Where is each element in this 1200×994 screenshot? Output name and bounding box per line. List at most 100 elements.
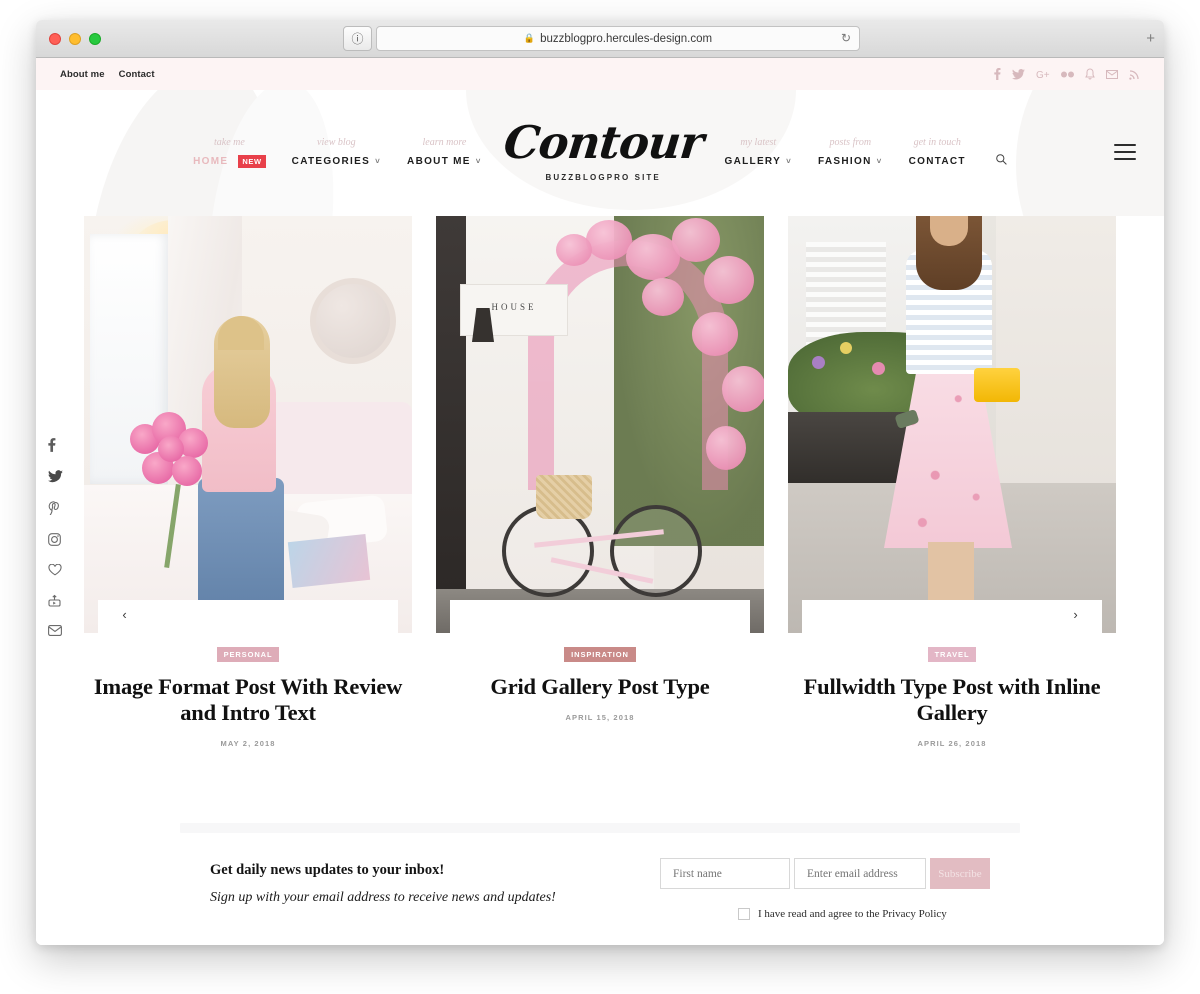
browser-window: ⓘ 🔒 buzzblogpro.hercules-design.com ↻ + … [36, 20, 1164, 945]
first-name-input[interactable] [660, 858, 790, 889]
email-input[interactable] [794, 858, 926, 889]
privacy-consent-row: I have read and agree to the Privacy Pol… [660, 908, 990, 920]
page-viewport: About me Contact G+ take me HOME NEW vie… [36, 58, 1164, 945]
nav-item-about-me[interactable]: learn more ABOUT ME ˅ [407, 137, 482, 169]
pinterest-icon[interactable] [48, 501, 63, 515]
post-title[interactable]: Grid Gallery Post Type [436, 674, 764, 700]
rss-icon[interactable] [1129, 69, 1140, 80]
address-bar[interactable]: 🔒 buzzblogpro.hercules-design.com ↻ [376, 26, 860, 51]
shield-icon[interactable]: ⓘ [343, 26, 372, 51]
nav-label-fashion: FASHION [818, 156, 872, 167]
privacy-consent-label: I have read and agree to the Privacy Pol… [758, 908, 947, 920]
privacy-consent-checkbox[interactable] [738, 908, 750, 920]
maximize-window-button[interactable] [89, 32, 101, 45]
post-date: APRIL 26, 2018 [917, 739, 987, 749]
post-category-badge[interactable]: PERSONAL [216, 647, 280, 662]
logo-wordmark: Contour [501, 115, 706, 169]
nav-subtitle-fashion: posts from [829, 137, 872, 148]
logo-tagline: BUZZBLOGPRO SITE [545, 173, 661, 183]
envelope-icon[interactable] [1106, 69, 1118, 79]
post-category-badge[interactable]: TRAVEL [927, 647, 977, 662]
email-icon[interactable] [48, 625, 63, 636]
primary-navigation: take me HOME NEW view blog CATEGORIES ˅ [36, 90, 1164, 216]
reload-icon[interactable]: ↻ [841, 31, 851, 45]
post-card[interactable]: HOUSE INSPIRATION Grid Gallery Post Type… [436, 216, 764, 748]
nav-badge-new: NEW [238, 154, 266, 169]
nav-label-gallery: GALLERY [724, 156, 782, 167]
google-plus-icon[interactable]: G+ [1036, 69, 1050, 80]
post-card-body: PERSONAL Image Format Post With Review a… [84, 633, 412, 748]
post-thumbnail[interactable] [84, 216, 412, 633]
nav-item-contact[interactable]: get in touch CONTACT [909, 137, 966, 169]
lock-icon: 🔒 [523, 33, 536, 43]
hamburger-icon[interactable] [1114, 144, 1136, 160]
post-thumbnail[interactable]: HOUSE [436, 216, 764, 633]
flickr-icon[interactable] [1061, 71, 1074, 78]
instagram-icon[interactable] [48, 533, 63, 546]
featured-posts-slider: PERSONAL Image Format Post With Review a… [36, 216, 1164, 748]
nav-label-about-me: ABOUT ME [407, 156, 471, 167]
nav-subtitle-gallery: my latest [740, 137, 777, 148]
chevron-down-icon: ˅ [876, 157, 883, 166]
site-topbar: About me Contact G+ [36, 58, 1164, 90]
newsletter-section: Get daily news updates to your inbox! Si… [36, 858, 1164, 920]
post-date: MAY 2, 2018 [220, 739, 276, 749]
slider-prev-button[interactable]: ‹ [111, 601, 138, 628]
nav-subtitle-contact: get in touch [913, 137, 961, 148]
minimize-window-button[interactable] [69, 32, 81, 45]
floating-social-rail [48, 438, 63, 636]
window-controls [49, 32, 101, 45]
nav-subtitle-categories: view blog [317, 137, 356, 148]
post-card[interactable]: PERSONAL Image Format Post With Review a… [84, 216, 412, 748]
topbar-link-contact[interactable]: Contact [119, 69, 155, 80]
chevron-down-icon: ˅ [375, 157, 382, 166]
newsletter-heading: Get daily news updates to your inbox! [210, 862, 445, 878]
nav-label-home: HOME [193, 156, 229, 167]
post-category-badge[interactable]: INSPIRATION [564, 647, 636, 662]
newsletter-copy: Get daily news updates to your inbox! Si… [210, 858, 600, 906]
post-card[interactable]: TRAVEL Fullwidth Type Post with Inline G… [788, 216, 1116, 748]
site-logo[interactable]: Contour BUZZBLOGPRO SITE [501, 115, 706, 185]
slider-next-button[interactable]: › [1062, 601, 1089, 628]
nav-subtitle-home: take me [214, 137, 245, 148]
topbar-links: About me Contact [60, 69, 155, 80]
newsletter-form: Subscribe I have read and agree to the P… [660, 858, 990, 920]
post-image-bedroom-flowers [84, 216, 412, 633]
post-thumbnail[interactable] [788, 216, 1116, 633]
twitter-icon[interactable] [48, 470, 63, 483]
nav-item-categories[interactable]: view blog CATEGORIES ˅ [292, 137, 381, 169]
post-image-bicycle-blossoms: HOUSE [436, 216, 764, 633]
address-bar-url: buzzblogpro.hercules-design.com [540, 32, 713, 45]
svg-text:G+: G+ [1036, 70, 1050, 80]
card-white-overlay [98, 600, 398, 633]
search-icon[interactable] [996, 154, 1007, 169]
facebook-icon[interactable] [48, 438, 63, 452]
nav-group-right: my latest GALLERY ˅ posts from FASHION ˅ [725, 137, 1007, 169]
browser-titlebar: ⓘ 🔒 buzzblogpro.hercules-design.com ↻ + [36, 20, 1164, 58]
twitter-icon[interactable] [1012, 68, 1025, 80]
close-window-button[interactable] [49, 32, 61, 45]
post-title[interactable]: Image Format Post With Review and Intro … [84, 674, 412, 726]
facebook-icon[interactable] [994, 68, 1001, 80]
post-image-street-fashion [788, 216, 1116, 633]
bell-icon[interactable] [1085, 68, 1095, 80]
card-white-overlay [802, 600, 1102, 633]
subscribe-button[interactable]: Subscribe [930, 858, 990, 889]
nav-label-categories: CATEGORIES [291, 156, 371, 167]
topbar-social-links: G+ [994, 58, 1140, 90]
nav-label-contact: CONTACT [908, 156, 966, 167]
nav-item-fashion[interactable]: posts from FASHION ˅ [818, 137, 883, 169]
card-white-overlay [450, 600, 750, 633]
bloglovin-heart-icon[interactable] [48, 564, 63, 576]
newsletter-subheading: Sign up with your email address to recei… [210, 890, 556, 905]
topbar-link-about-me[interactable]: About me [60, 69, 105, 80]
post-title[interactable]: Fullwidth Type Post with Inline Gallery [788, 674, 1116, 726]
youtube-icon[interactable] [48, 594, 63, 607]
site-header: take me HOME NEW view blog CATEGORIES ˅ [36, 90, 1164, 216]
nav-item-gallery[interactable]: my latest GALLERY ˅ [725, 137, 793, 169]
nav-item-home[interactable]: take me HOME NEW [193, 137, 266, 169]
section-divider [180, 823, 1020, 833]
nav-subtitle-about-me: learn more [422, 137, 467, 148]
post-card-body: TRAVEL Fullwidth Type Post with Inline G… [788, 633, 1116, 748]
new-tab-button[interactable]: + [1146, 31, 1155, 46]
